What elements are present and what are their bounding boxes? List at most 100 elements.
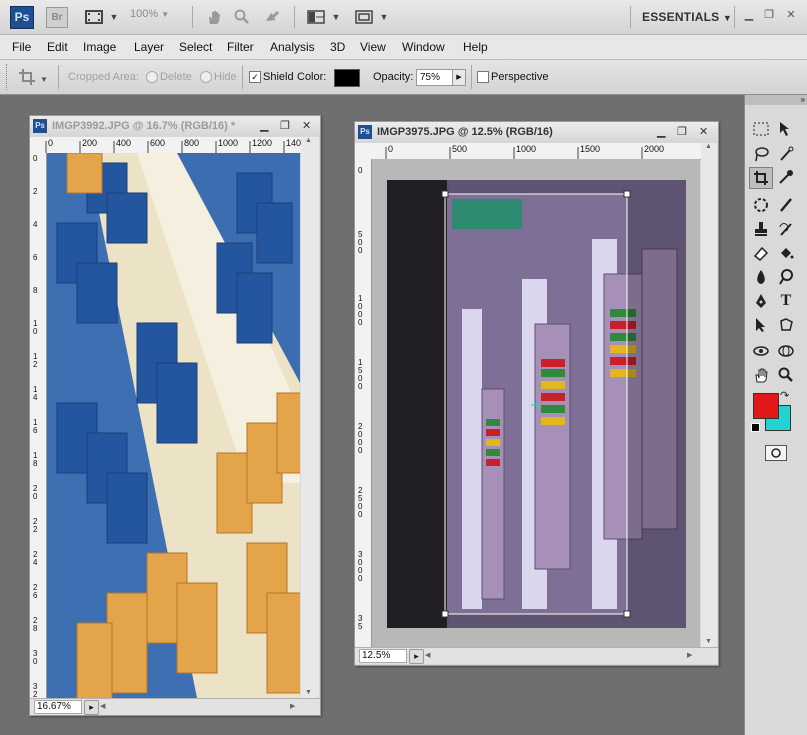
scroll-down-icon[interactable]: ▼ bbox=[305, 689, 312, 696]
bridge-button[interactable]: Br bbox=[46, 7, 68, 28]
document-window-imgp3992[interactable]: Ps IMGP3992.JPG @ 16.7% (RGB/16) * ▁ ❐ ✕… bbox=[29, 115, 321, 716]
menu-image[interactable]: Image bbox=[83, 40, 116, 54]
crop-icon[interactable] bbox=[18, 68, 38, 86]
ruler-label: 2 6 bbox=[33, 583, 38, 600]
scroll-left-icon[interactable]: ◀ bbox=[100, 702, 105, 710]
menu-3d[interactable]: 3D bbox=[330, 40, 345, 54]
zoom-level-dropdown[interactable]: 100% ▼ bbox=[130, 8, 169, 20]
vertical-scrollbar[interactable]: ▲ ▼ bbox=[301, 137, 319, 698]
scroll-up-icon[interactable]: ▲ bbox=[305, 137, 312, 144]
ruler-label: 0 bbox=[358, 166, 363, 175]
shield-color-swatch[interactable] bbox=[334, 69, 360, 87]
pen-tool-icon[interactable] bbox=[750, 291, 772, 311]
hand-tool-icon[interactable] bbox=[750, 365, 772, 385]
opacity-field[interactable]: 75% bbox=[416, 69, 455, 86]
healing-brush-tool-icon[interactable] bbox=[750, 195, 772, 215]
history-brush-tool-icon[interactable] bbox=[775, 219, 797, 239]
default-colors-icon[interactable] bbox=[751, 423, 760, 432]
close-icon[interactable]: ✕ bbox=[785, 9, 797, 21]
perspective-checkbox[interactable] bbox=[477, 71, 489, 83]
foreground-color-swatch[interactable] bbox=[753, 393, 779, 419]
type-tool-icon[interactable]: T bbox=[775, 291, 797, 311]
scroll-down-icon[interactable]: ▼ bbox=[705, 638, 712, 645]
chevron-down-icon[interactable]: ▼ bbox=[40, 75, 48, 84]
delete-radio[interactable] bbox=[146, 71, 158, 83]
scroll-right-icon[interactable]: ▶ bbox=[290, 702, 295, 710]
menu-help[interactable]: Help bbox=[463, 40, 488, 54]
chevron-down-icon[interactable]: ▼ bbox=[326, 8, 346, 26]
status-bar: 12.5% ▸ ◀ ▶ bbox=[355, 647, 718, 664]
minimize-icon[interactable]: ▁ bbox=[743, 9, 755, 21]
shape-tool-icon[interactable] bbox=[775, 315, 797, 335]
quick-selection-tool-icon[interactable] bbox=[775, 144, 797, 164]
vertical-ruler: 0 5 0 0 1 0 0 0 1 5 0 0 2 0 0 0 2 5 0 0 3 0 0 … bbox=[355, 159, 372, 647]
separator bbox=[242, 65, 243, 89]
scroll-left-icon[interactable]: ◀ bbox=[425, 651, 430, 659]
minimize-icon[interactable]: ▁ bbox=[260, 119, 268, 132]
hide-radio[interactable] bbox=[200, 71, 212, 83]
lasso-tool-icon[interactable] bbox=[750, 144, 772, 164]
zoom-icon[interactable] bbox=[232, 8, 252, 26]
scroll-up-icon[interactable]: ▲ bbox=[705, 143, 712, 150]
document-titlebar[interactable]: Ps IMGP3992.JPG @ 16.7% (RGB/16) * ▁ ❐ ✕ bbox=[30, 116, 320, 136]
vertical-scrollbar[interactable]: ▲ ▼ bbox=[701, 143, 717, 647]
photoshop-logo[interactable]: Ps bbox=[10, 6, 34, 29]
zoom-field[interactable]: 16.67% bbox=[34, 700, 82, 714]
menu-window[interactable]: Window bbox=[402, 40, 445, 54]
screen-mode-icon[interactable] bbox=[354, 8, 374, 26]
menu-layer[interactable]: Layer bbox=[134, 40, 164, 54]
status-menu-icon[interactable]: ▸ bbox=[84, 700, 99, 715]
separator bbox=[471, 65, 472, 89]
blur-tool-icon[interactable] bbox=[750, 267, 772, 287]
dodge-tool-icon[interactable] bbox=[775, 267, 797, 287]
menu-view[interactable]: View bbox=[360, 40, 386, 54]
image-canvas[interactable] bbox=[372, 159, 700, 647]
zoom-tool-icon[interactable] bbox=[775, 365, 797, 385]
ruler-label: 1 0 bbox=[33, 319, 38, 336]
eyedropper-tool-icon[interactable] bbox=[775, 167, 797, 187]
paint-bucket-tool-icon[interactable] bbox=[775, 243, 797, 263]
collapse-panel-icon[interactable]: » bbox=[745, 95, 807, 105]
crop-tool-icon[interactable] bbox=[749, 167, 773, 189]
minimize-icon[interactable]: ▁ bbox=[657, 125, 665, 138]
ruler-label: 1 5 0 0 bbox=[358, 358, 363, 391]
quick-mask-icon[interactable] bbox=[765, 445, 787, 461]
film-icon[interactable] bbox=[84, 8, 104, 26]
zoom-field[interactable]: 12.5% bbox=[359, 649, 407, 663]
document-titlebar[interactable]: Ps IMGP3975.JPG @ 12.5% (RGB/16) ▁ ❐ ✕ bbox=[355, 122, 718, 142]
options-grip[interactable] bbox=[6, 64, 9, 90]
menu-select[interactable]: Select bbox=[179, 40, 212, 54]
arrange-documents-icon[interactable] bbox=[306, 8, 326, 26]
scroll-right-icon[interactable]: ▶ bbox=[687, 651, 692, 659]
image-canvas[interactable] bbox=[47, 153, 300, 698]
chevron-down-icon[interactable]: ▼ bbox=[374, 8, 394, 26]
path-selection-tool-icon[interactable] bbox=[750, 315, 772, 335]
menu-edit[interactable]: Edit bbox=[47, 40, 68, 54]
brush-tool-icon[interactable] bbox=[775, 195, 797, 215]
status-menu-icon[interactable]: ▸ bbox=[409, 649, 424, 664]
shield-checkbox[interactable]: ✓ bbox=[249, 71, 261, 83]
swap-colors-icon[interactable]: ↷ bbox=[780, 389, 789, 402]
chevron-down-icon[interactable]: ▼ bbox=[104, 8, 124, 26]
rotate-view-icon[interactable] bbox=[262, 8, 282, 26]
maximize-icon[interactable]: ❐ bbox=[763, 9, 775, 21]
document-window-imgp3975[interactable]: Ps IMGP3975.JPG @ 12.5% (RGB/16) ▁ ❐ ✕ 0… bbox=[354, 121, 719, 666]
close-icon[interactable]: ✕ bbox=[302, 119, 311, 132]
maximize-icon[interactable]: ❐ bbox=[280, 119, 290, 132]
menu-filter[interactable]: Filter bbox=[227, 40, 254, 54]
menu-analysis[interactable]: Analysis bbox=[270, 40, 315, 54]
ruler-label: 2 0 0 0 bbox=[358, 422, 363, 455]
hand-icon[interactable] bbox=[204, 8, 224, 26]
move-tool-icon[interactable] bbox=[775, 119, 797, 139]
clone-stamp-tool-icon[interactable] bbox=[750, 219, 772, 239]
marquee-tool-icon[interactable] bbox=[750, 119, 772, 139]
ruler-label: 4 bbox=[33, 220, 38, 229]
3d-rotate-tool-icon[interactable] bbox=[750, 341, 772, 361]
menu-file[interactable]: File bbox=[12, 40, 31, 54]
opacity-slider-arrow-icon[interactable]: ▶ bbox=[452, 69, 466, 86]
3d-orbit-tool-icon[interactable] bbox=[775, 341, 797, 361]
maximize-icon[interactable]: ❐ bbox=[677, 125, 687, 138]
close-icon[interactable]: ✕ bbox=[699, 125, 708, 138]
workspace-switcher[interactable]: ESSENTIALS ▼ bbox=[642, 10, 732, 24]
eraser-tool-icon[interactable] bbox=[750, 243, 772, 263]
